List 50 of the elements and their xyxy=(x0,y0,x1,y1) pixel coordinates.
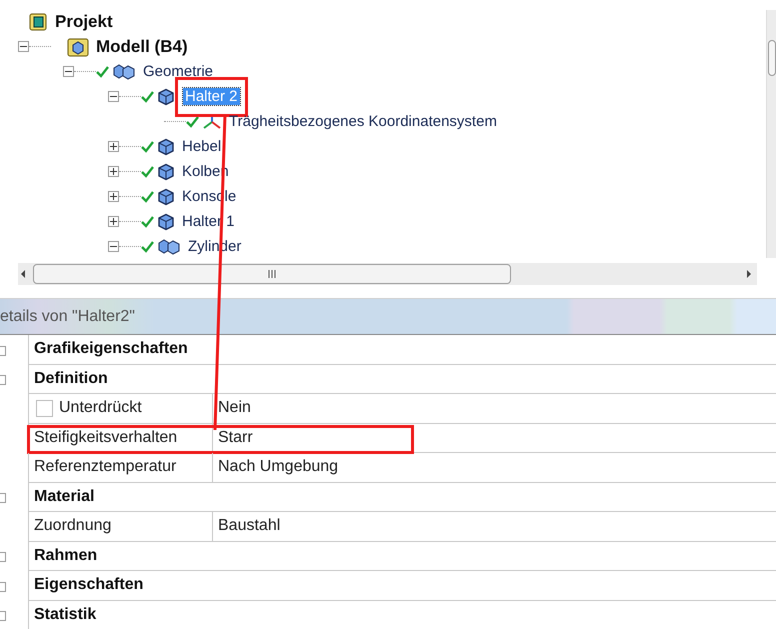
tree-item[interactable]: Projekt xyxy=(53,12,115,30)
group-label[interactable]: Grafikeigenschaften xyxy=(34,337,188,362)
plus-icon[interactable] xyxy=(110,143,117,150)
cube-icon xyxy=(157,212,175,230)
cubes-icon xyxy=(112,62,136,80)
cube-icon xyxy=(157,138,175,156)
collapse-toggle[interactable] xyxy=(0,611,6,622)
group-label[interactable]: Material xyxy=(34,484,94,509)
property-label: Steifigkeitsverhalten xyxy=(34,428,178,448)
property-label: Unterdrückt xyxy=(59,398,142,418)
minus-icon[interactable] xyxy=(110,93,117,100)
property-label: Zuordnung xyxy=(34,516,112,536)
collapse-toggle[interactable] xyxy=(0,552,6,562)
collapse-toggle[interactable] xyxy=(0,375,6,386)
scroll-left-icon[interactable] xyxy=(19,269,27,279)
tree-item[interactable]: Geometrie xyxy=(141,62,216,80)
collapse-toggle[interactable] xyxy=(0,582,6,592)
plus-icon[interactable] xyxy=(110,168,117,175)
cube-icon xyxy=(157,162,175,180)
details-title: etails von "Halter2" xyxy=(0,306,135,326)
group-label[interactable]: Statistik xyxy=(34,602,96,627)
cube-folder-icon xyxy=(67,36,89,56)
property-value: Starr xyxy=(218,428,253,448)
collapse-toggle[interactable] xyxy=(0,346,6,356)
group-label[interactable]: Rahmen xyxy=(34,544,98,568)
group-label[interactable]: Definition xyxy=(34,366,108,391)
property-value: Nein xyxy=(218,398,251,418)
property-label: Referenztemperatur xyxy=(34,457,176,478)
collapse-toggle[interactable] xyxy=(0,493,6,504)
property-value: Nach Umgebung xyxy=(218,457,338,478)
property-value: Baustahl xyxy=(218,516,280,536)
minus-icon[interactable] xyxy=(110,243,117,250)
notebook-folder-icon xyxy=(28,12,48,32)
plus-icon[interactable] xyxy=(110,193,117,200)
scroll-right-icon[interactable] xyxy=(745,269,753,279)
tree-item[interactable]: Hebel xyxy=(180,138,224,154)
tree-item[interactable]: Modell (B4) xyxy=(94,36,190,56)
plus-icon[interactable] xyxy=(110,218,117,225)
group-label[interactable]: Eigenschaften xyxy=(34,573,144,598)
horizontal-scrollbar[interactable] xyxy=(18,263,757,285)
cubes-icon xyxy=(157,238,181,256)
tree-item[interactable]: Trägheitsbezogenes Koordinatensystem xyxy=(227,112,499,130)
vertical-scrollbar[interactable] xyxy=(766,10,776,258)
cube-icon xyxy=(157,88,175,106)
minus-icon[interactable] xyxy=(65,68,72,75)
scroll-thumb[interactable] xyxy=(768,40,776,76)
cube-icon xyxy=(157,188,175,206)
checkbox[interactable] xyxy=(36,400,53,417)
scroll-thumb[interactable] xyxy=(33,264,511,284)
minus-icon[interactable] xyxy=(20,43,27,50)
